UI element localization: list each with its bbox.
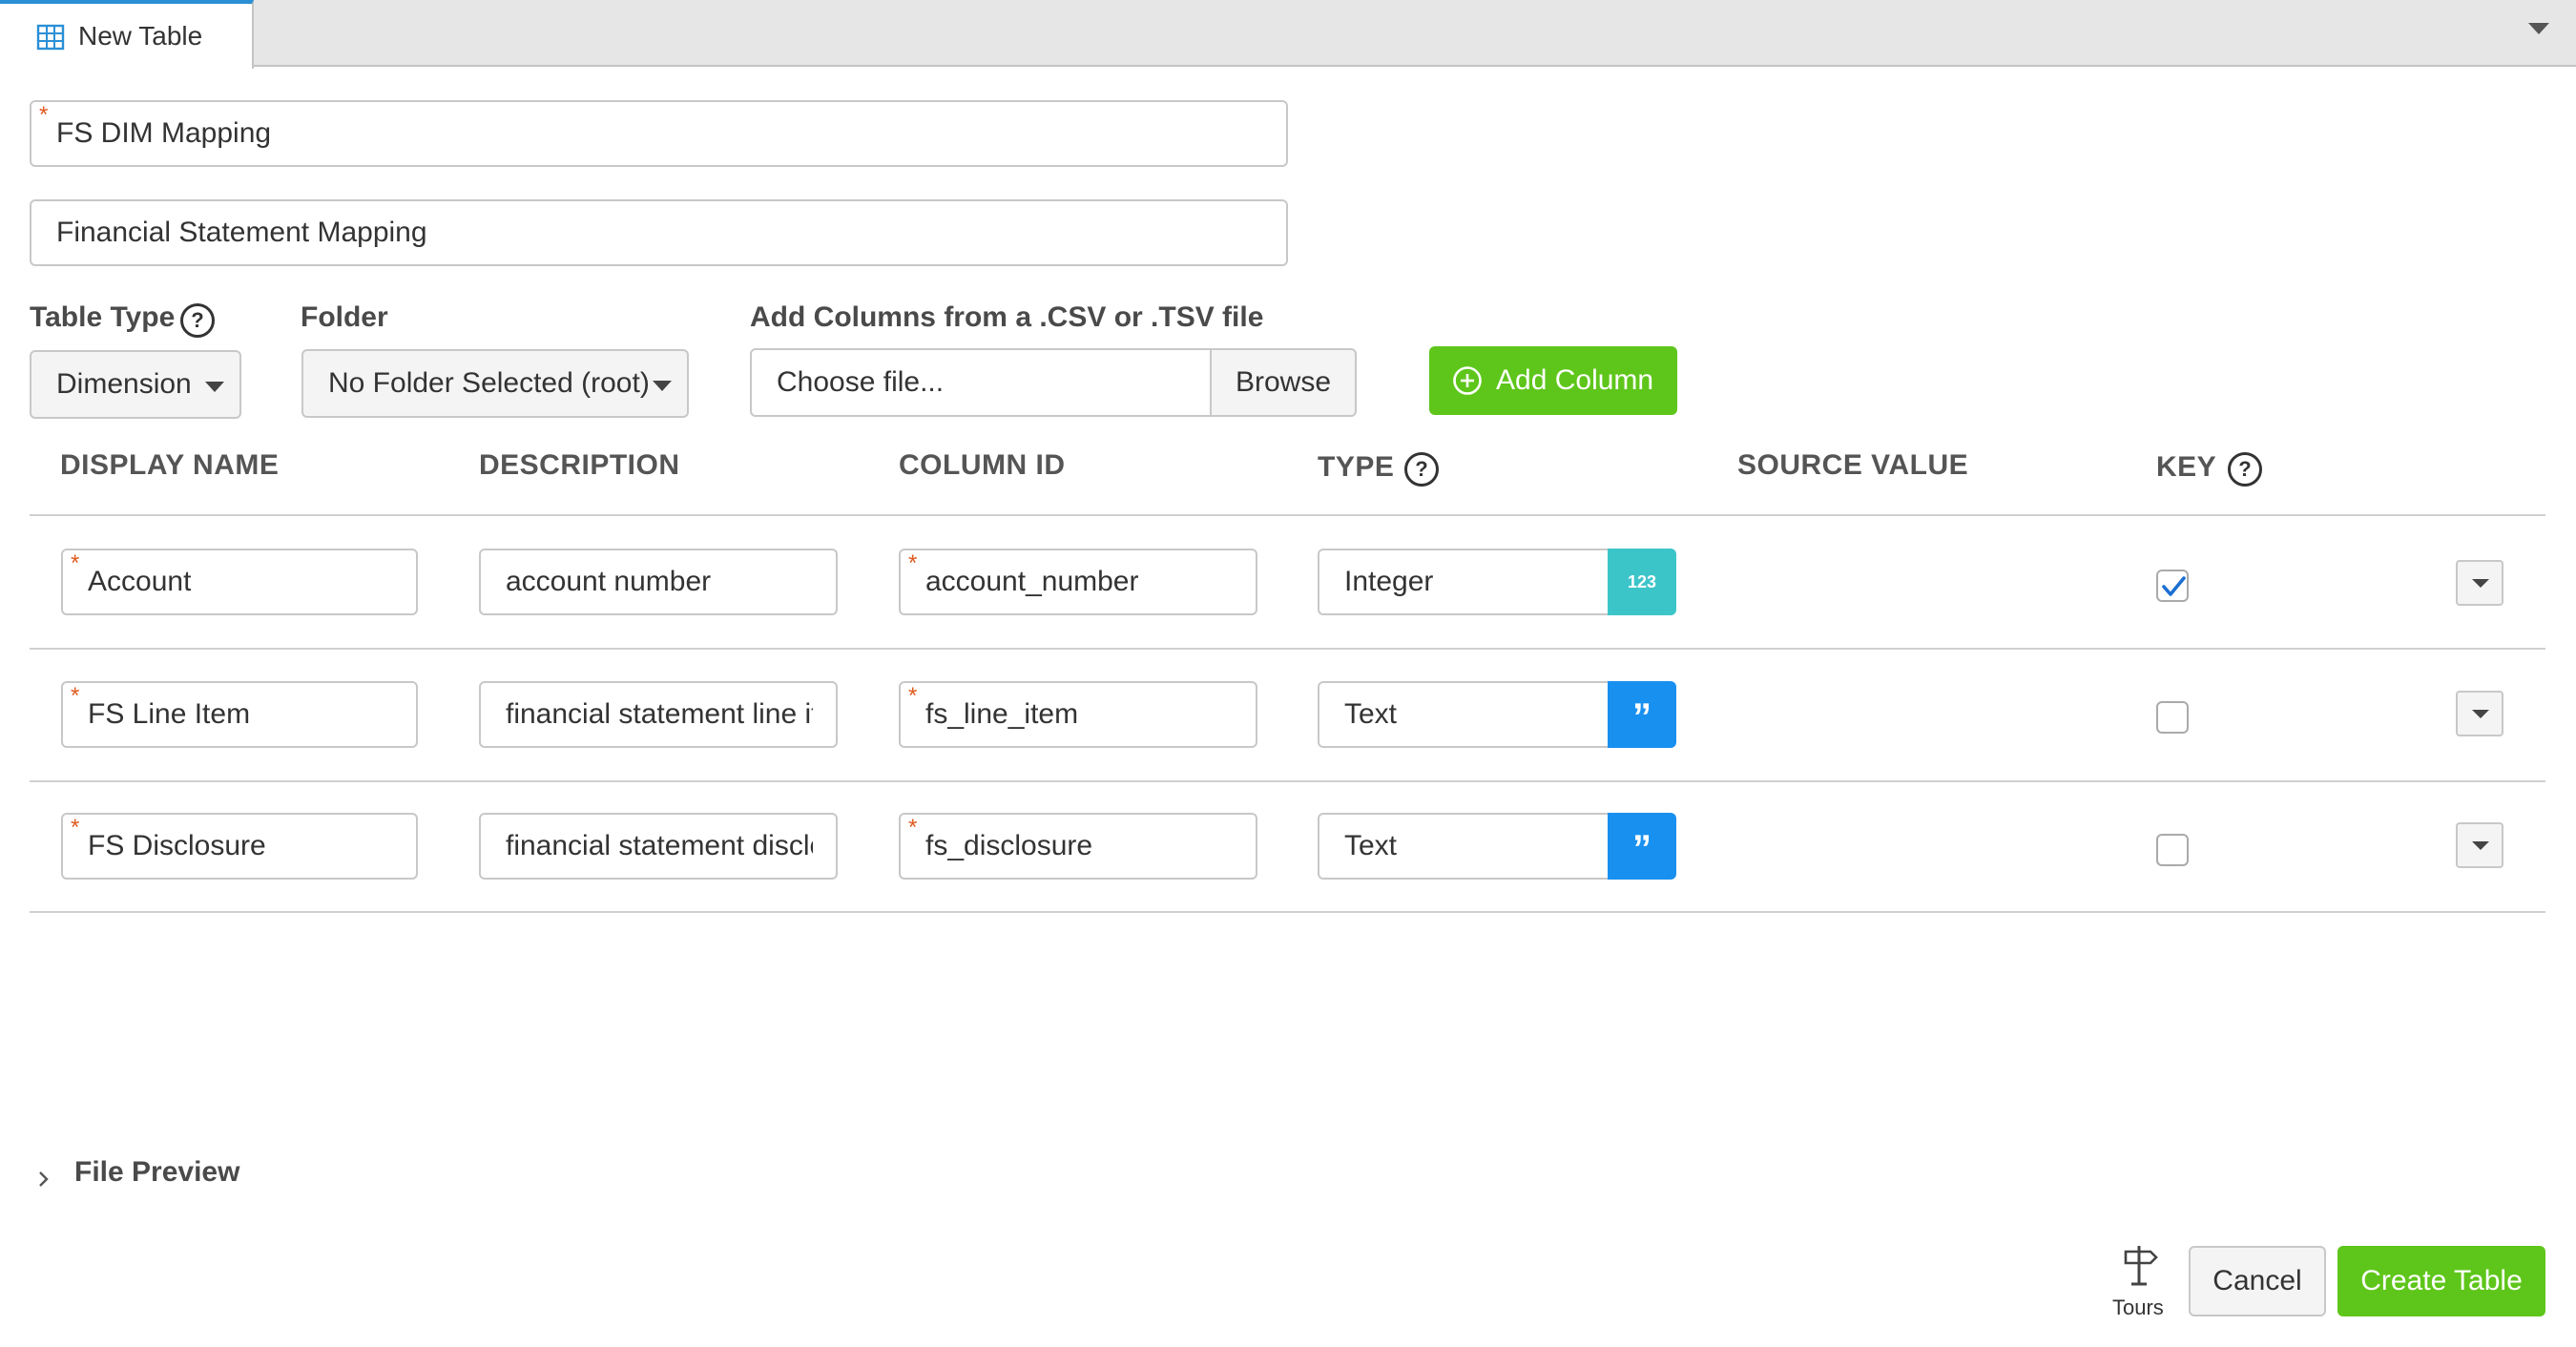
csv-import-label: Add Columns from a .CSV or .TSV file (750, 301, 1264, 333)
signpost-icon (2124, 1246, 2158, 1286)
display-name-value: FS Disclosure (88, 830, 266, 861)
key-checkbox[interactable] (2156, 834, 2189, 866)
col-header-display-name: DISPLAY NAME (60, 449, 280, 481)
caret-down-icon (2472, 710, 2489, 718)
table-type-help-icon[interactable]: ? (180, 303, 215, 338)
quote-icon: ” (1608, 813, 1676, 880)
table-name-input[interactable]: * FS DIM Mapping (30, 100, 1288, 167)
checkmark-icon (2162, 576, 2186, 596)
tab-label: New Table (78, 21, 203, 51)
divider (30, 780, 2545, 782)
folder-label: Folder (301, 301, 388, 333)
browse-button[interactable]: Browse (1210, 348, 1357, 417)
column-description-input[interactable]: financial statement disclosure (479, 813, 838, 880)
col-header-key: KEY (2156, 451, 2217, 483)
key-checkbox[interactable] (2156, 701, 2189, 734)
required-marker: * (71, 815, 80, 840)
caret-down-icon (2472, 579, 2489, 588)
tours-button[interactable]: Tours (2103, 1240, 2171, 1326)
required-marker: * (71, 550, 80, 576)
display-name-input[interactable]: * FS Disclosure (61, 813, 418, 880)
row-actions-menu[interactable] (2456, 822, 2503, 868)
table-description-input[interactable]: Financial Statement Mapping (30, 199, 1288, 266)
tab-overflow-chevron-icon[interactable] (2528, 23, 2549, 34)
divider (30, 514, 2545, 516)
chevron-right-icon (39, 1171, 49, 1187)
required-marker: * (908, 815, 918, 840)
file-preview-label: File Preview (74, 1156, 240, 1188)
key-checkbox[interactable] (2156, 570, 2189, 602)
table-type-value: Dimension (56, 368, 192, 400)
required-marker: * (39, 102, 49, 128)
file-chooser-input[interactable]: Choose file... (750, 348, 1212, 417)
tab-new-table[interactable]: New Table (0, 0, 254, 69)
column-description-value: account number (506, 566, 712, 597)
column-type-select[interactable]: Text (1318, 813, 1610, 880)
quote-icon: ” (1608, 681, 1676, 748)
add-column-button[interactable]: Add Column (1429, 346, 1677, 415)
folder-select[interactable]: No Folder Selected (root) (301, 349, 689, 418)
required-marker: * (908, 550, 918, 576)
col-header-source-value: SOURCE VALUE (1737, 449, 1969, 481)
type-help-icon[interactable]: ? (1404, 452, 1439, 487)
file-preview-toggle[interactable]: File Preview (30, 1154, 249, 1196)
column-id-input[interactable]: * account_number (899, 549, 1257, 615)
column-description-value: financial statement line item (506, 698, 813, 730)
table-grid-icon (36, 24, 65, 51)
table-name-value: FS DIM Mapping (56, 117, 272, 149)
add-column-label: Add Column (1496, 364, 1654, 396)
display-name-input[interactable]: * FS Line Item (61, 681, 418, 748)
divider (30, 911, 2545, 913)
column-id-value: account_number (925, 566, 1139, 597)
display-name-input[interactable]: * Account (61, 549, 418, 615)
col-header-column-id: COLUMN ID (899, 449, 1066, 481)
column-type-select[interactable]: Text (1318, 681, 1610, 748)
required-marker: * (71, 683, 80, 709)
tab-bar (0, 0, 2576, 67)
table-type-select[interactable]: Dimension (30, 350, 241, 419)
tours-label: Tours (2112, 1295, 2164, 1319)
caret-down-icon (205, 382, 224, 392)
column-type-value: Text (1344, 698, 1398, 730)
display-name-value: FS Line Item (88, 698, 251, 730)
display-name-value: Account (88, 566, 192, 597)
create-table-button[interactable]: Create Table (2337, 1246, 2545, 1316)
column-description-input[interactable]: financial statement line item (479, 681, 838, 748)
cancel-button[interactable]: Cancel (2189, 1246, 2326, 1316)
column-description-input[interactable]: account number (479, 549, 838, 615)
caret-down-icon (2472, 841, 2489, 850)
file-chooser-placeholder: Choose file... (777, 366, 945, 398)
table-type-label: Table Type (30, 301, 176, 333)
column-description-value: financial statement disclosure (506, 830, 813, 861)
key-help-icon[interactable]: ? (2228, 452, 2262, 487)
number-icon: 123 (1608, 549, 1676, 615)
divider (30, 648, 2545, 650)
required-marker: * (908, 683, 918, 709)
col-header-description: DESCRIPTION (479, 449, 680, 481)
folder-value: No Folder Selected (root) (328, 367, 650, 399)
column-id-input[interactable]: * fs_line_item (899, 681, 1257, 748)
column-type-value: Integer (1344, 566, 1434, 597)
col-header-type: TYPE (1318, 451, 1395, 483)
column-id-value: fs_disclosure (925, 830, 1093, 861)
column-type-select[interactable]: Integer (1318, 549, 1610, 615)
column-type-value: Text (1344, 830, 1398, 861)
table-description-value: Financial Statement Mapping (56, 217, 427, 248)
column-id-input[interactable]: * fs_disclosure (899, 813, 1257, 880)
row-actions-menu[interactable] (2456, 560, 2503, 606)
row-actions-menu[interactable] (2456, 691, 2503, 736)
caret-down-icon (653, 381, 672, 391)
plus-circle-icon (1453, 366, 1482, 395)
column-id-value: fs_line_item (925, 698, 1079, 730)
